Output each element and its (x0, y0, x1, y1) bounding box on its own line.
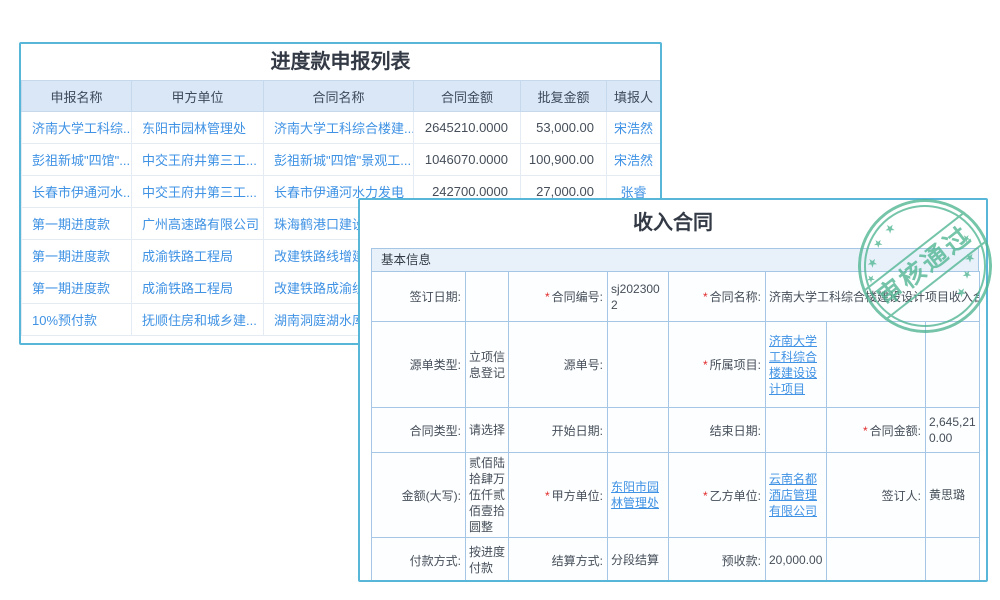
start-date-label: 开始日期: (509, 408, 608, 453)
advance-field[interactable]: 20,000.00 (766, 538, 827, 583)
basic-info-section: 基本信息 签订日期: *合同编号: sj2023002 *合同名称: 济南大学工… (371, 248, 979, 582)
empty-cell (926, 322, 980, 408)
source-type-field[interactable]: 立项信息登记 (466, 322, 509, 408)
sign-date-label: 签订日期: (372, 272, 466, 322)
party-b-field: 云南名都酒店管理有限公司 (766, 453, 827, 538)
end-date-label: 结束日期: (669, 408, 766, 453)
required-mark: * (545, 489, 550, 503)
contract-name-label: *合同名称: (669, 272, 766, 322)
col-header-filler: 填报人 (607, 81, 661, 112)
required-mark: * (703, 489, 708, 503)
party-b-link[interactable]: 云南名都酒店管理有限公司 (769, 472, 817, 518)
table-row: 济南大学工科综... 东阳市园林管理处 济南大学工科综合楼建... 264521… (22, 112, 661, 144)
table-row: 彭祖新城"四馆"... 中交王府井第三工... 彭祖新城"四馆"景观工... 1… (22, 144, 661, 176)
amount-words-field[interactable]: 贰佰陆拾肆万伍仟贰佰壹拾圆整 (466, 453, 509, 538)
col-header-contract-name: 合同名称 (264, 81, 414, 112)
cell-declare-name[interactable]: 第一期进度款 (22, 272, 132, 304)
signer-field[interactable]: 黄思璐 (926, 453, 980, 538)
contract-amount-label: *合同金额: (827, 408, 926, 453)
cell-declare-name[interactable]: 10%预付款 (22, 304, 132, 336)
source-no-field[interactable] (608, 322, 669, 408)
cell-approved-amount: 100,900.00 (521, 144, 607, 176)
cell-party-a[interactable]: 成渝铁路工程局 (132, 240, 264, 272)
cell-declare-name[interactable]: 第一期进度款 (22, 208, 132, 240)
cell-contract-amount: 2645210.0000 (414, 112, 521, 144)
income-contract-panel: 收入合同 基本信息 签订日期: *合同编号: sj2023002 *合同名称: … (358, 198, 988, 582)
form-panel-title: 收入合同 (360, 200, 986, 244)
sign-date-field[interactable] (466, 272, 509, 322)
required-mark: * (703, 358, 708, 372)
party-a-label: *甲方单位: (509, 453, 608, 538)
cell-party-a[interactable]: 中交王府井第三工... (132, 144, 264, 176)
settlement-field[interactable]: 分段结算 (608, 538, 669, 583)
end-date-field[interactable] (766, 408, 827, 453)
party-b-label: *乙方单位: (669, 453, 766, 538)
col-header-declare-name: 申报名称 (22, 81, 132, 112)
contract-type-label: 合同类型: (372, 408, 466, 453)
contract-amount-field[interactable]: 2,645,210.00 (926, 408, 980, 453)
col-header-party-a: 甲方单位 (132, 81, 264, 112)
contract-type-select[interactable]: 请选择 (466, 408, 509, 453)
amount-words-label: 金额(大写): (372, 453, 466, 538)
required-mark: * (545, 290, 550, 304)
cell-contract-amount: 1046070.0000 (414, 144, 521, 176)
contract-name-field[interactable]: 济南大学工科综合楼建设设计项目收入合 (766, 272, 980, 322)
cell-contract-name[interactable]: 济南大学工科综合楼建... (264, 112, 414, 144)
required-mark: * (703, 290, 708, 304)
cell-party-a[interactable]: 中交王府井第三工... (132, 176, 264, 208)
cell-contract-name[interactable]: 彭祖新城"四馆"景观工... (264, 144, 414, 176)
cell-filler: 宋浩然 (607, 144, 661, 176)
cell-filler: 宋浩然 (607, 112, 661, 144)
project-link[interactable]: 济南大学工科综合楼建设设计项目 (769, 334, 817, 396)
cell-declare-name[interactable]: 长春市伊通河水... (22, 176, 132, 208)
cell-declare-name[interactable]: 济南大学工科综... (22, 112, 132, 144)
cell-party-a[interactable]: 成渝铁路工程局 (132, 272, 264, 304)
required-mark: * (863, 424, 868, 438)
page: 进度款申报列表 申报名称 甲方单位 合同名称 合同金额 批复金额 填报人 济南大… (0, 0, 1000, 600)
project-field: 济南大学工科综合楼建设设计项目 (766, 322, 827, 408)
source-no-label: 源单号: (509, 322, 608, 408)
contract-no-label: *合同编号: (509, 272, 608, 322)
empty-cell (926, 538, 980, 583)
cell-approved-amount: 53,000.00 (521, 112, 607, 144)
advance-label: 预收款: (669, 538, 766, 583)
cell-party-a[interactable]: 东阳市园林管理处 (132, 112, 264, 144)
table-header-row: 申报名称 甲方单位 合同名称 合同金额 批复金额 填报人 (22, 81, 661, 112)
list-panel-title: 进度款申报列表 (21, 44, 660, 80)
project-label: *所属项目: (669, 322, 766, 408)
settlement-label: 结算方式: (509, 538, 608, 583)
payment-method-field[interactable]: 按进度付款 (466, 538, 509, 583)
cell-declare-name[interactable]: 第一期进度款 (22, 240, 132, 272)
signer-label: 签订人: (827, 453, 926, 538)
cell-party-a[interactable]: 广州高速路有限公司 (132, 208, 264, 240)
empty-cell (827, 538, 926, 583)
payment-method-label: 付款方式: (372, 538, 466, 583)
col-header-contract-amount: 合同金额 (414, 81, 521, 112)
cell-party-a[interactable]: 抚顺住房和城乡建... (132, 304, 264, 336)
party-a-link[interactable]: 东阳市园林管理处 (611, 480, 659, 510)
cell-declare-name[interactable]: 彭祖新城"四馆"... (22, 144, 132, 176)
start-date-field[interactable] (608, 408, 669, 453)
section-header-basic-info: 基本信息 (371, 248, 979, 272)
contract-form-table: 签订日期: *合同编号: sj2023002 *合同名称: 济南大学工科综合楼建… (371, 271, 980, 582)
party-a-field: 东阳市园林管理处 (608, 453, 669, 538)
col-header-approved-amount: 批复金额 (521, 81, 607, 112)
source-type-label: 源单类型: (372, 322, 466, 408)
empty-cell (827, 322, 926, 408)
contract-no-field[interactable]: sj2023002 (608, 272, 669, 322)
